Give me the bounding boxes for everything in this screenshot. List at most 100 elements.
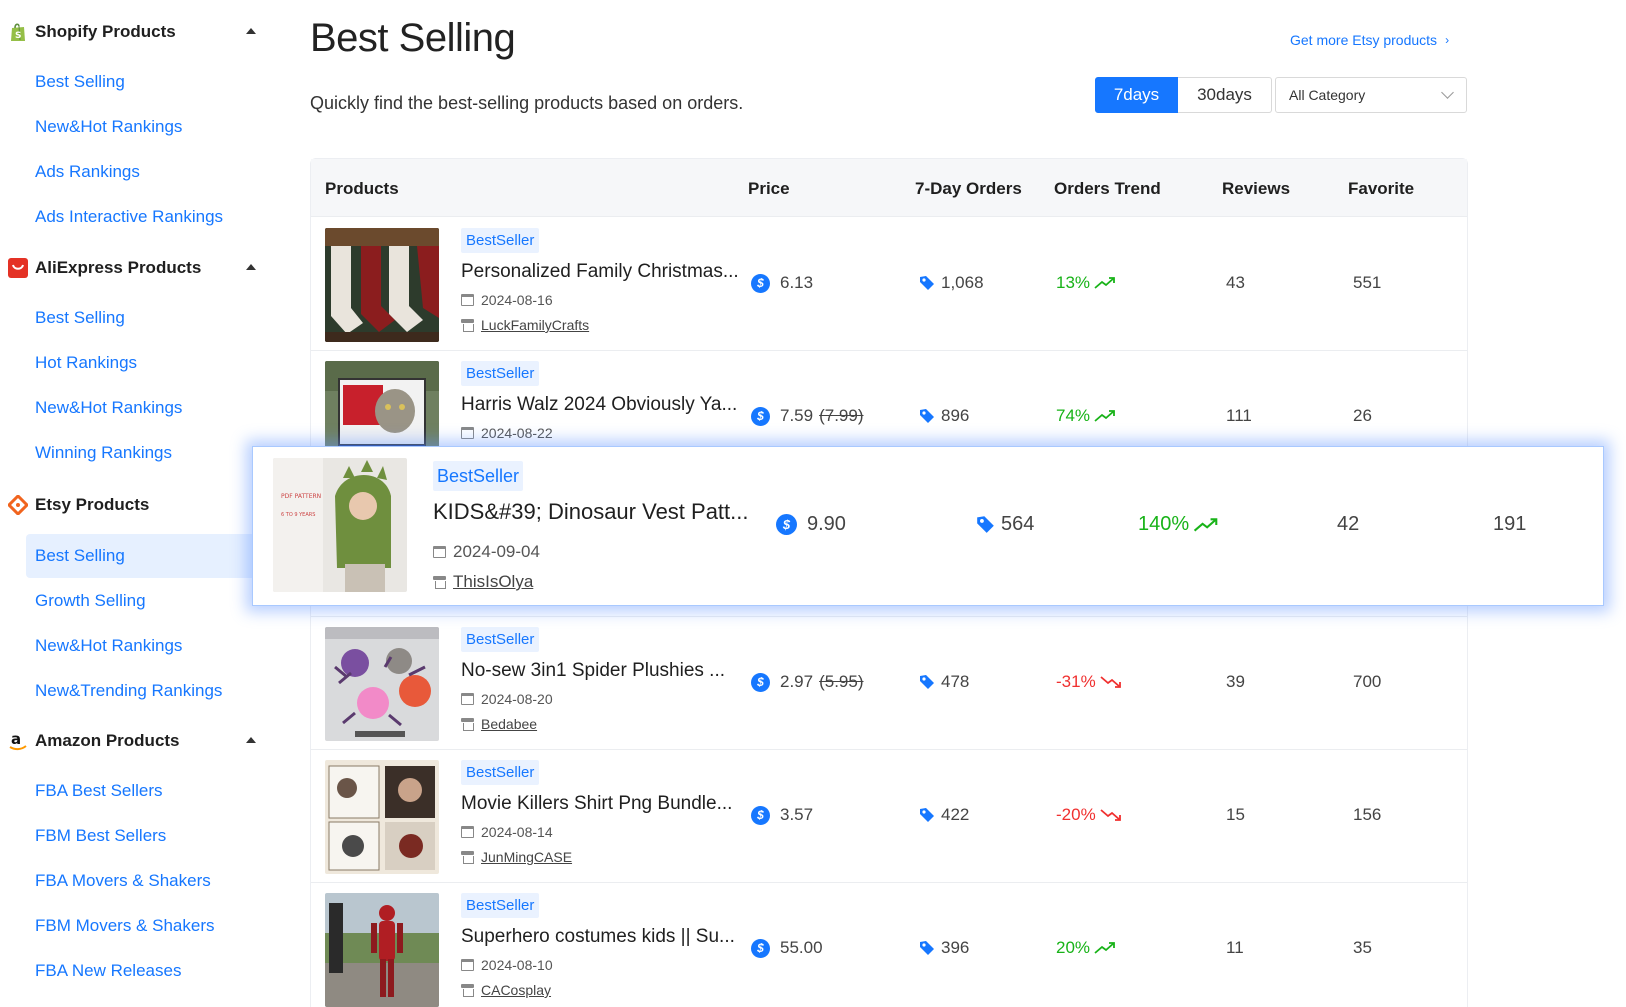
product-name[interactable]: KIDS&#39; Dinosaur Vest Patt... — [433, 499, 749, 525]
trend-cell: -20% — [1056, 805, 1122, 825]
sidebar-item-shopify-best-selling[interactable]: Best Selling — [26, 60, 272, 104]
range-tabs: 7days 30days — [1095, 77, 1272, 113]
reviews-value: 111 — [1226, 406, 1252, 425]
column-header-trend[interactable]: Orders Trend — [1054, 179, 1161, 199]
tag-icon — [920, 808, 934, 822]
product-thumbnail[interactable] — [325, 627, 439, 741]
trend-up-icon — [1094, 277, 1115, 289]
shop-name: JunMingCASE — [481, 849, 573, 865]
product-date-text: 2024-08-10 — [481, 957, 553, 973]
trend-value: 140% — [1138, 513, 1190, 535]
sidebar-item-etsy-growth[interactable]: Growth Selling — [26, 579, 272, 623]
product-thumbnail[interactable]: PDF PATTERN 6 TO 9 YEARS — [273, 458, 407, 592]
highlighted-table-row[interactable]: PDF PATTERN 6 TO 9 YEARS BestSeller KIDS&… — [252, 446, 1604, 606]
table-row[interactable]: BestSeller Personalized Family Christmas… — [311, 218, 1467, 351]
shopify-bag-icon: S — [8, 22, 28, 42]
get-more-products-link[interactable]: Get more Etsy products › — [1290, 32, 1449, 48]
product-thumbnail[interactable] — [325, 760, 439, 874]
favorite-value: 35 — [1353, 938, 1372, 957]
tab-30days[interactable]: 30days — [1178, 77, 1272, 113]
bestseller-badge: BestSeller — [433, 461, 524, 491]
sidebar-item-ali-winning[interactable]: Winning Rankings — [26, 431, 272, 475]
shop-link[interactable]: Bedabee — [461, 716, 537, 732]
store-icon — [433, 576, 446, 589]
table-row[interactable]: BestSeller Superhero costumes kids || Su… — [311, 883, 1467, 1007]
product-name[interactable]: Harris Walz 2024 Obviously Ya... — [461, 394, 737, 416]
product-date-text: 2024-08-20 — [481, 691, 553, 707]
table-row[interactable]: BestSeller Movie Killers Shirt Png Bundl… — [311, 750, 1467, 883]
shop-link[interactable]: CACosplay — [461, 982, 551, 998]
product-date-text: 2024-08-16 — [481, 292, 553, 308]
chevron-down-icon — [1441, 86, 1454, 99]
column-header-favorite[interactable]: Favorite — [1348, 179, 1414, 199]
product-date: 2024-09-04 — [433, 542, 540, 562]
category-select[interactable]: All Category — [1275, 77, 1467, 113]
trend-value: 20% — [1056, 938, 1091, 957]
product-date-text: 2024-09-04 — [453, 542, 540, 561]
trend-cell: 140% — [1138, 513, 1219, 536]
sidebar-group-title: Amazon Products — [35, 731, 180, 750]
collapse-caret-icon[interactable] — [246, 737, 256, 743]
shop-link[interactable]: LuckFamilyCrafts — [461, 317, 589, 333]
tab-7days[interactable]: 7days — [1095, 77, 1178, 113]
dollar-icon: $ — [751, 273, 770, 293]
calendar-icon — [461, 959, 474, 971]
sidebar-item-fba-movers[interactable]: FBA Movers & Shakers — [26, 859, 272, 903]
sidebar-group-aliexpress[interactable]: AliExpress Products — [8, 252, 264, 284]
product-name[interactable]: Superhero costumes kids || Su... — [461, 926, 735, 948]
sidebar-item-ali-best-selling[interactable]: Best Selling — [26, 296, 272, 340]
shop-name: Bedabee — [481, 716, 538, 732]
price-value: 9.90 — [807, 513, 846, 535]
reviews-value: 42 — [1337, 513, 1360, 535]
sidebar-item-etsy-new-hot[interactable]: New&Hot Rankings — [26, 624, 272, 668]
reviews-value: 11 — [1226, 938, 1244, 957]
column-header-reviews[interactable]: Reviews — [1222, 179, 1290, 199]
sidebar-group-shopify[interactable]: S Shopify Products — [8, 16, 264, 48]
bestseller-badge: BestSeller — [461, 361, 540, 386]
favorite-value: 551 — [1353, 273, 1382, 292]
dollar-icon: $ — [751, 805, 770, 825]
chevron-right-icon: › — [1445, 33, 1450, 47]
column-header-orders[interactable]: 7-Day Orders — [915, 179, 1022, 199]
price-cell: $6.13 — [751, 273, 813, 293]
shop-link[interactable]: ThisIsOlya — [433, 572, 533, 592]
trend-up-icon — [1194, 517, 1218, 531]
table-row[interactable]: BestSeller No-sew 3in1 Spider Plushies .… — [311, 617, 1467, 750]
product-name[interactable]: Personalized Family Christmas... — [461, 261, 739, 283]
sidebar-item-shopify-new-hot[interactable]: New&Hot Rankings — [26, 105, 272, 149]
collapse-caret-icon[interactable] — [246, 28, 256, 34]
sidebar-group-etsy[interactable]: Etsy Products — [8, 489, 264, 521]
sidebar-item-fba-best[interactable]: FBA Best Sellers — [26, 769, 272, 813]
sidebar-group-amazon[interactable]: a Amazon Products — [8, 725, 264, 757]
product-thumbnail[interactable] — [325, 228, 439, 342]
sidebar-item-fbm-best[interactable]: FBM Best Sellers — [26, 814, 272, 858]
sidebar-item-fbm-movers[interactable]: FBM Movers & Shakers — [26, 904, 272, 948]
shop-name: CACosplay — [481, 982, 552, 998]
sidebar-item-fba-new-releases[interactable]: FBA New Releases — [26, 949, 272, 993]
product-name[interactable]: No-sew 3in1 Spider Plushies ... — [461, 660, 725, 682]
orders-cell: 1,068 — [919, 273, 984, 293]
sidebar-item-ali-new-hot[interactable]: New&Hot Rankings — [26, 386, 272, 430]
calendar-icon — [461, 294, 474, 306]
price-cell: $3.57 — [751, 805, 813, 825]
store-icon — [461, 319, 474, 332]
product-name[interactable]: Movie Killers Shirt Png Bundle... — [461, 793, 732, 815]
page-subtitle: Quickly find the best-selling products b… — [310, 93, 744, 113]
sidebar-item-etsy-new-trending[interactable]: New&Trending Rankings — [26, 669, 272, 713]
sidebar-item-ali-hot[interactable]: Hot Rankings — [26, 341, 272, 385]
sidebar-item-shopify-ads-interactive[interactable]: Ads Interactive Rankings — [26, 195, 272, 239]
store-icon — [461, 718, 474, 731]
product-thumbnail[interactable] — [325, 893, 439, 1007]
price-value: 55.00 — [780, 938, 823, 957]
trend-value: 74% — [1056, 406, 1091, 425]
shop-link[interactable]: JunMingCASE — [461, 849, 572, 865]
collapse-caret-icon[interactable] — [246, 264, 256, 270]
column-header-price[interactable]: Price — [748, 179, 790, 199]
column-header-products[interactable]: Products — [325, 179, 399, 199]
sidebar-item-shopify-ads[interactable]: Ads Rankings — [26, 150, 272, 194]
old-price-value: (5.95) — [819, 672, 864, 691]
bestseller-badge: BestSeller — [461, 228, 540, 253]
sidebar-item-etsy-best-selling[interactable]: Best Selling — [26, 534, 272, 578]
favorite-value: 700 — [1353, 672, 1382, 691]
aliexpress-icon — [8, 258, 28, 278]
